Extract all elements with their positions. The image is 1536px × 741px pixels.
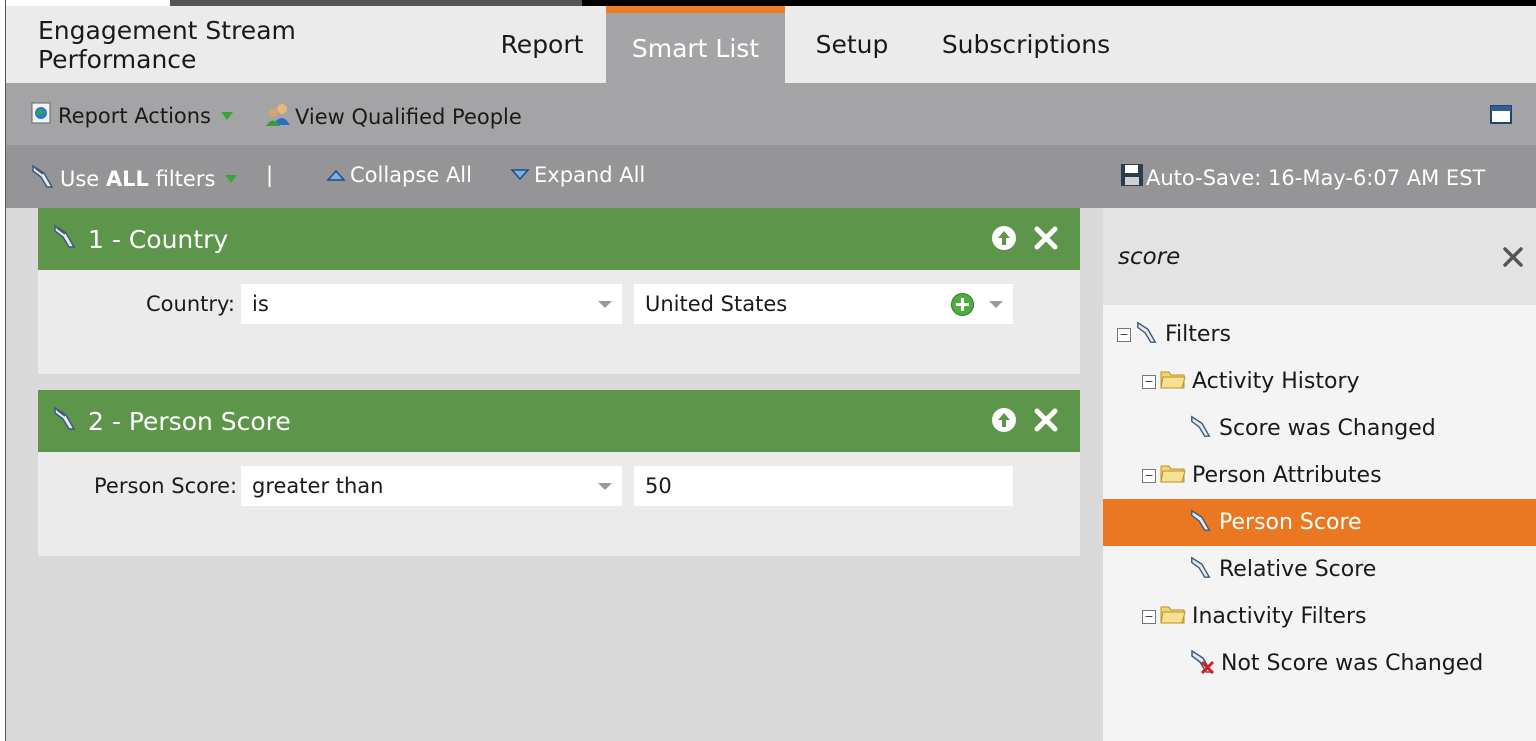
tree-label: Filters — [1165, 322, 1231, 347]
filter-condition-row: Person Score: greater than 50 — [38, 452, 1080, 556]
window-restore-button[interactable] — [1490, 103, 1512, 130]
use-filters-suffix: filters — [148, 166, 216, 191]
tree-node-inactivity-filters[interactable]: − Inactivity Filters — [1142, 593, 1366, 640]
smart-list-app: Engagement Stream Performance Report Sma… — [6, 6, 1536, 741]
collapse-node-icon[interactable]: − — [1142, 468, 1156, 483]
tree-label: Person Score — [1219, 510, 1362, 535]
collapse-node-icon[interactable]: − — [1117, 327, 1131, 342]
tree-label: Inactivity Filters — [1192, 604, 1367, 629]
tree-label: Relative Score — [1219, 557, 1377, 582]
country-value-select[interactable]: United States — [634, 284, 1013, 324]
toolbar-separator: | — [266, 163, 274, 187]
tree-label: Person Attributes — [1192, 463, 1382, 488]
tree-leaf-score-was-changed[interactable]: Score was Changed — [1189, 405, 1436, 452]
filter-field-label: Country: — [146, 292, 235, 316]
clear-search-icon[interactable] — [1502, 246, 1524, 268]
tree-node-person-attributes[interactable]: − Person Attributes — [1142, 452, 1382, 499]
operator-select[interactable]: is — [241, 284, 622, 324]
tree-label: Not Score was Changed — [1221, 651, 1484, 676]
filter-canvas: 1 - Country Country: is United States 2 … — [6, 208, 1103, 741]
collapse-node-icon[interactable]: − — [1142, 609, 1156, 624]
tab-subscriptions[interactable]: Subscriptions — [936, 6, 1116, 83]
use-filters-bold: ALL — [105, 166, 149, 191]
report-actions-menu[interactable]: Report Actions — [30, 101, 233, 130]
auto-save-status: Auto-Save: 16-May-6:07 AM EST — [1120, 163, 1485, 192]
tree-leaf-relative-score[interactable]: Relative Score — [1189, 546, 1376, 593]
filter-search-box[interactable]: score — [1103, 208, 1536, 305]
score-value-input[interactable]: 50 — [634, 466, 1013, 506]
chevron-down-icon — [598, 301, 612, 308]
dropdown-arrow-icon — [221, 111, 233, 120]
tree-label: Score was Changed — [1219, 416, 1436, 441]
filter-title: 1 - Country — [88, 224, 229, 254]
country-value: United States — [645, 292, 788, 316]
auto-save-label: Auto-Save: 16-May-6:07 AM EST — [1146, 165, 1486, 190]
negated-filter-icon — [1189, 648, 1215, 680]
tab-setup[interactable]: Setup — [802, 6, 902, 83]
tree-node-filters[interactable]: − Filters — [1117, 311, 1231, 358]
folder-icon — [1160, 603, 1186, 631]
chevron-down-icon — [598, 483, 612, 490]
filter-condition-row: Country: is United States — [38, 270, 1080, 374]
report-toolbar: Report Actions View Qualified People — [6, 83, 1536, 145]
tree-node-activity-history[interactable]: − Activity History — [1142, 358, 1360, 405]
filter-title: 2 - Person Score — [88, 406, 291, 436]
filter-funnel-icon — [52, 405, 78, 437]
collapse-all-label: Collapse All — [350, 163, 472, 187]
tab-engagement-stream-performance[interactable]: Engagement Stream Performance — [38, 6, 433, 83]
filter-funnel-icon — [1189, 555, 1213, 585]
filter-funnel-icon — [1135, 320, 1159, 350]
filter-funnel-icon — [52, 223, 78, 255]
filter-field-label: Person Score: — [94, 474, 238, 498]
tab-smart-list[interactable]: Smart List — [606, 6, 785, 83]
view-qualified-people-button[interactable]: View Qualified People — [265, 101, 522, 132]
filter-funnel-icon — [30, 163, 56, 194]
filter-toolbar: Use ALL filters | Collapse All Expand Al… — [6, 145, 1536, 208]
add-value-icon[interactable] — [950, 292, 975, 322]
collapse-all-button[interactable]: Collapse All — [326, 163, 472, 187]
operator-value: is — [252, 292, 269, 316]
filter-funnel-icon — [1189, 508, 1213, 538]
folder-icon — [1160, 368, 1186, 396]
expand-triangle-icon — [510, 163, 530, 187]
people-icon — [265, 101, 291, 132]
filter-funnel-icon — [1189, 414, 1213, 444]
tree-label: Activity History — [1192, 369, 1360, 394]
use-all-filters-menu[interactable]: Use ALL filters — [30, 163, 238, 194]
collapse-triangle-icon — [326, 163, 346, 187]
floppy-disk-icon — [1120, 163, 1144, 192]
tab-report[interactable]: Report — [472, 6, 612, 83]
move-up-icon[interactable] — [991, 407, 1017, 433]
report-globe-icon — [30, 101, 54, 130]
operator-value: greater than — [252, 474, 384, 498]
score-value: 50 — [645, 474, 672, 498]
collapse-node-icon[interactable]: − — [1142, 374, 1156, 389]
filter-header[interactable]: 2 - Person Score — [38, 390, 1080, 452]
filter-card-country: 1 - Country Country: is United States — [38, 208, 1080, 374]
dropdown-arrow-icon — [225, 174, 238, 183]
tree-leaf-not-score-was-changed[interactable]: Not Score was Changed — [1189, 640, 1483, 687]
move-up-icon[interactable] — [991, 225, 1017, 251]
tree-leaf-person-score[interactable]: Person Score — [1103, 499, 1536, 546]
view-qualified-people-label: View Qualified People — [295, 104, 522, 129]
operator-select[interactable]: greater than — [241, 466, 622, 506]
filter-header[interactable]: 1 - Country — [38, 208, 1080, 270]
chevron-down-icon — [989, 301, 1003, 308]
delete-filter-icon[interactable] — [1033, 225, 1059, 251]
expand-all-button[interactable]: Expand All — [510, 163, 645, 187]
window-restore-icon — [1490, 103, 1512, 130]
report-actions-label: Report Actions — [58, 103, 211, 128]
filter-library-panel: score − Filters − Activity History Score… — [1103, 208, 1536, 741]
use-filters-prefix: Use — [60, 166, 106, 191]
filter-card-person-score: 2 - Person Score Person Score: greater t… — [38, 390, 1080, 556]
search-query: score — [1118, 244, 1181, 270]
folder-icon — [1160, 462, 1186, 490]
tab-bar: Engagement Stream Performance Report Sma… — [6, 6, 1536, 83]
delete-filter-icon[interactable] — [1033, 407, 1059, 433]
expand-all-label: Expand All — [534, 163, 646, 187]
